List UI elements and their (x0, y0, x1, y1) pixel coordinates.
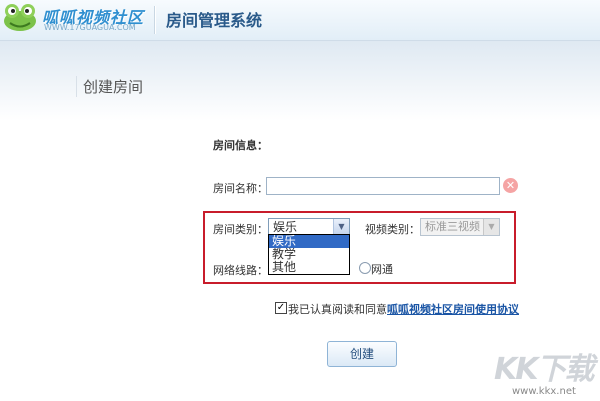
room-name-label: 房间名称： (213, 182, 268, 195)
section-title: 房间信息： (213, 139, 268, 152)
top-header: 呱呱视频社区 WWW.17GUAGUA.COM 房间管理系统 (0, 0, 600, 41)
watermark: KK下载 www.kkx.net (490, 340, 600, 401)
chevron-down-icon[interactable]: ▼ (483, 219, 499, 235)
clear-icon[interactable]: ✕ (503, 178, 518, 193)
watermark-url: www.kkx.net (512, 386, 576, 397)
network-radio-label: 网通 (371, 263, 393, 276)
room-name-input[interactable] (266, 177, 500, 195)
page-title: 创建房间 (76, 76, 143, 97)
network-label: 网络线路： (213, 264, 268, 277)
room-type-label: 房间类别： (213, 223, 268, 236)
video-type-select[interactable]: 标准三视频 ▼ (420, 218, 500, 236)
agreement-link[interactable]: 呱呱视频社区房间使用协议 (387, 303, 519, 316)
agree-checkbox[interactable]: ✓ (275, 302, 287, 314)
watermark-text: KK下载 (494, 352, 594, 387)
agree-text: 我已认真阅读和同意呱呱视频社区房间使用协议 (288, 301, 519, 317)
dropdown-option[interactable]: 其他 (269, 261, 349, 274)
room-type-selected-value: 娱乐 (273, 220, 298, 234)
header-divider (154, 6, 156, 34)
video-type-label: 视频类别： (365, 223, 420, 236)
network-radio[interactable] (359, 262, 371, 274)
system-title: 房间管理系统 (166, 11, 263, 30)
video-type-selected-value: 标准三视频 (425, 220, 480, 233)
agree-prefix: 我已认真阅读和同意 (288, 303, 387, 316)
room-type-dropdown-list: 娱乐 教学 其他 (268, 234, 350, 275)
chevron-down-icon[interactable]: ▼ (333, 219, 349, 235)
logo-url: WWW.17GUAGUA.COM (44, 23, 136, 32)
create-button[interactable]: 创建 (327, 341, 397, 367)
frog-logo-icon (4, 4, 36, 31)
